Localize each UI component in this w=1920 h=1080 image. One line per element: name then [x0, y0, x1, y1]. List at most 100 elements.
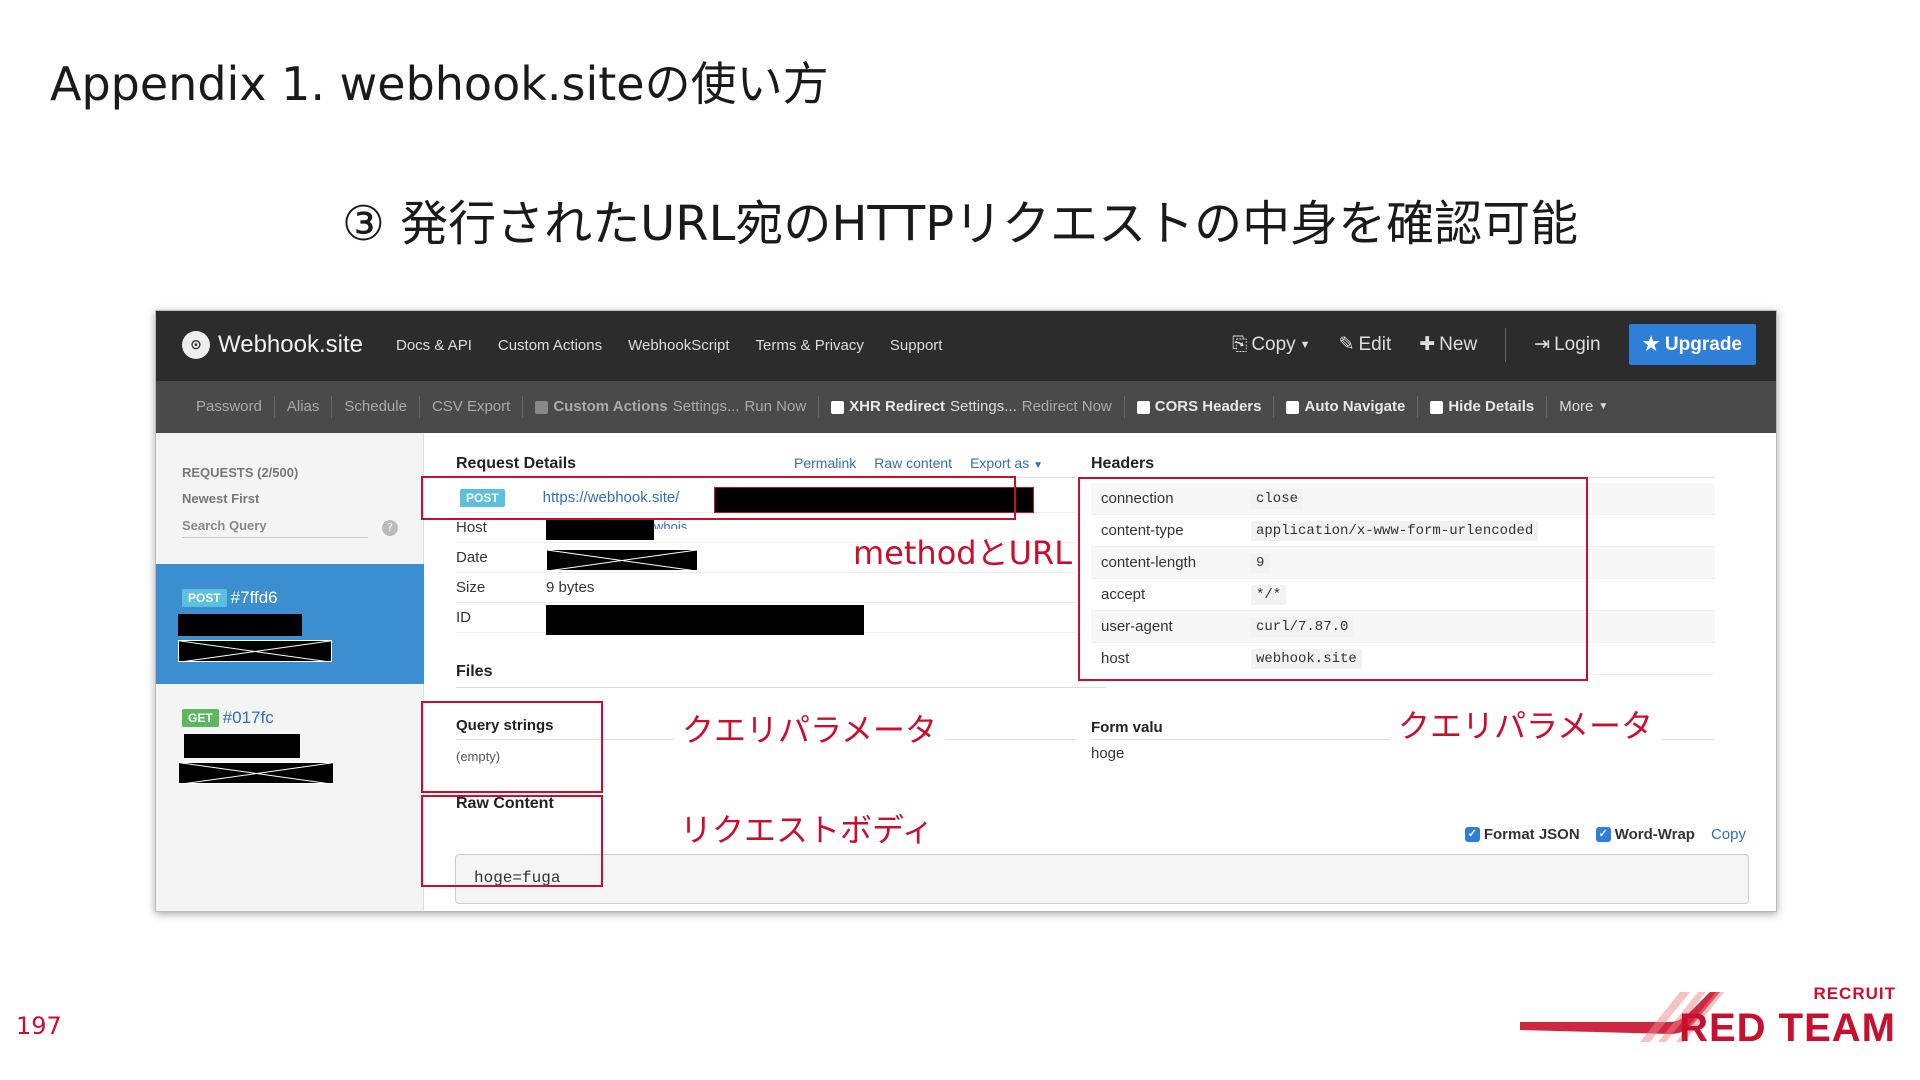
logo-red-team-text: RED TEAM — [1679, 1006, 1896, 1050]
format-json-label: Format JSON — [1483, 826, 1580, 843]
word-wrap-toggle[interactable]: ✓ Word-Wrap — [1595, 826, 1695, 843]
logo-recruit-text: RECRUIT — [1813, 984, 1896, 1003]
checkbox-checked-icon: ✓ — [1464, 827, 1480, 842]
login-label: Login — [1554, 333, 1601, 355]
size-label: Size — [456, 579, 486, 596]
nav-divider — [1505, 327, 1507, 362]
xhr-redirect-label: XHR Redirect — [849, 398, 946, 415]
annotation-method-url: methodとURL — [853, 534, 1073, 572]
size-row: Size 9 bytes — [456, 573, 1076, 603]
method-badge-get: GET — [182, 709, 219, 727]
annotation-box-body — [421, 795, 603, 887]
toolbar-password[interactable]: Password — [184, 396, 275, 418]
nav-support[interactable]: Support — [890, 337, 943, 354]
help-icon[interactable]: ? — [382, 520, 398, 536]
request-details-title: Request Details — [456, 455, 577, 472]
webhook-screenshot: ⊙ Webhook.site Docs & API Custom Actions… — [155, 310, 1777, 912]
caret-down-icon: ▼ — [1299, 338, 1311, 351]
recruit-red-team-logo: RECRUIT RED TEAM — [1520, 982, 1910, 1062]
raw-content-box[interactable]: hoge=fuga — [455, 854, 1749, 904]
star-icon: ★ — [1642, 334, 1660, 355]
toolbar-custom-actions: Custom Actions Settings... Run Now — [523, 396, 820, 418]
xhr-redirect-checkbox[interactable] — [831, 400, 845, 414]
caret-down-icon: ▼ — [1033, 460, 1044, 471]
redacted-block — [178, 762, 334, 784]
redacted-block — [184, 734, 300, 758]
host-label: Host — [456, 519, 487, 536]
form-value-key: hoge — [1091, 745, 1125, 762]
brand[interactable]: ⊙ Webhook.site — [182, 331, 363, 359]
raw-content-options: ✓ Format JSON ✓ Word-Wrap Copy — [1464, 826, 1746, 843]
toolbar-hide-details[interactable]: Hide Details — [1418, 396, 1548, 418]
whois-link[interactable]: whois — [654, 519, 687, 529]
request-item-post[interactable]: POST #7ffd6 — [156, 564, 424, 684]
slide: Appendix 1. webhook.siteの使い方 ③ 発行されたURL宛… — [0, 0, 1920, 1080]
nav-webhookscript[interactable]: WebhookScript — [628, 337, 729, 354]
request-item-get[interactable]: GET #017fc — [156, 684, 424, 804]
annotation-query-param-right: クエリパラメータ — [1390, 701, 1662, 747]
search-query-input[interactable]: Search Query — [182, 518, 368, 538]
toolbar-schedule[interactable]: Schedule — [332, 396, 420, 418]
raw-content-link[interactable]: Raw content — [874, 455, 952, 471]
edit-icon: ✎ — [1338, 334, 1355, 355]
slide-subtitle: ③ 発行されたURL宛のHTTPリクエストの中身を確認可能 — [341, 196, 1579, 252]
date-label: Date — [456, 549, 488, 566]
redirect-now-button[interactable]: Redirect Now — [1022, 396, 1112, 418]
copy-icon: ⎘ — [1232, 333, 1248, 355]
request-id: #7ffd6 — [230, 588, 278, 607]
brand-name: Webhook.site — [218, 331, 363, 358]
webhook-logo-icon: ⊙ — [182, 331, 210, 359]
toolbar-auto-navigate[interactable]: Auto Navigate — [1274, 396, 1419, 418]
upgrade-button[interactable]: ★ Upgrade — [1628, 324, 1756, 365]
request-id: #017fc — [222, 708, 274, 727]
upgrade-label: Upgrade — [1664, 334, 1742, 355]
login-button[interactable]: ⇥ Login — [1534, 333, 1600, 356]
form-values-title: Form valu — [1091, 719, 1163, 736]
page-number: 197 — [16, 1012, 62, 1040]
xhr-settings[interactable]: Settings... — [950, 396, 1017, 418]
divider — [456, 687, 1106, 688]
annotation-request-body: リクエストボディ — [672, 805, 942, 851]
hide-details-label: Hide Details — [1448, 398, 1535, 415]
copy-raw-link[interactable]: Copy — [1711, 826, 1746, 843]
cors-checkbox[interactable] — [1136, 400, 1150, 414]
id-label: ID — [456, 609, 471, 626]
redacted-block — [178, 614, 302, 636]
more-label: More — [1559, 398, 1594, 415]
auto-navigate-checkbox[interactable] — [1286, 400, 1300, 414]
copy-button[interactable]: ⎘ Copy ▼ — [1232, 334, 1310, 356]
headers-title: Headers — [1091, 455, 1155, 472]
toolbar-csv-export[interactable]: CSV Export — [420, 396, 524, 418]
redacted-block — [546, 520, 654, 540]
new-button[interactable]: ✚ New — [1419, 333, 1477, 356]
annotation-box-method-url — [421, 476, 1016, 520]
redacted-block — [546, 549, 698, 571]
custom-actions-settings[interactable]: Settings... — [673, 396, 740, 418]
redacted-block — [546, 605, 864, 635]
toolbar-alias[interactable]: Alias — [275, 396, 333, 418]
nav-custom-actions[interactable]: Custom Actions — [498, 337, 602, 354]
hide-details-checkbox[interactable] — [1430, 400, 1444, 414]
sort-order[interactable]: Newest First — [182, 491, 259, 506]
request-links: Permalink Raw content Export as ▼ — [794, 455, 1043, 471]
toolbar-cors-headers[interactable]: CORS Headers — [1125, 396, 1275, 418]
custom-actions-checkbox[interactable] — [535, 400, 549, 414]
method-badge-post: POST — [182, 589, 227, 607]
edit-button[interactable]: ✎ Edit — [1339, 333, 1392, 356]
plus-icon: ✚ — [1419, 334, 1436, 355]
run-now-button[interactable]: Run Now — [744, 396, 806, 418]
format-json-toggle[interactable]: ✓ Format JSON — [1464, 826, 1580, 843]
copy-label: Copy — [1251, 333, 1296, 355]
permalink-link[interactable]: Permalink — [794, 455, 856, 471]
nav-terms-privacy[interactable]: Terms & Privacy — [756, 337, 864, 354]
redacted-block — [178, 640, 332, 662]
requests-sidebar: REQUESTS (2/500) Newest First Search Que… — [156, 433, 424, 911]
request-detail-panel: Request Details Permalink Raw content Ex… — [421, 433, 1776, 911]
toolbar-more[interactable]: More ▼ — [1547, 396, 1620, 418]
login-icon: ⇥ — [1534, 334, 1551, 355]
export-as-link[interactable]: Export as ▼ — [970, 455, 1043, 471]
annotation-query-param-left: クエリパラメータ — [674, 705, 946, 751]
nav-docs-api[interactable]: Docs & API — [396, 337, 472, 354]
new-label: New — [1439, 333, 1478, 355]
edit-label: Edit — [1358, 333, 1392, 355]
